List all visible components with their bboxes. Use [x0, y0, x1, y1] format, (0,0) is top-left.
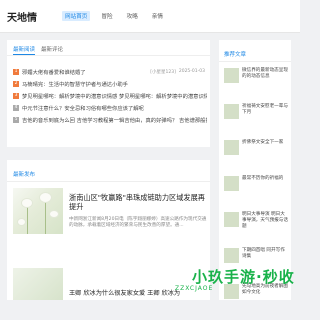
article-summary: 中新网浙江新闻8月20日电（陈宇翔丽娜婷）高速公路作为现代交通的动脉，承载着区域…: [69, 217, 207, 229]
news-title[interactable]: 邪媚大佬有番爱和谁结婚了: [22, 68, 132, 76]
item-thumbnail[interactable]: [224, 140, 239, 155]
news-title[interactable]: 马楠晴完：生活中的智慧守护者与通达小助手: [22, 80, 128, 88]
rank-badge: 1: [13, 69, 19, 75]
rank-badge: 3: [13, 93, 19, 99]
list-item[interactable]: 5 吉他的音乐到底为么回 吉他学习教程第一辑吉他由，真的好弹吗？ 吉他谱那般指悉…: [13, 114, 207, 126]
tab-latest-comments[interactable]: 最新评论: [41, 45, 63, 55]
list-item[interactable]: 最常不历你的祈福的: [224, 176, 288, 212]
news-author: [小星星123]: [150, 70, 176, 75]
list-item[interactable]: 4 中元节注意什么？安全忌和习俗有哪些你应该了解呢: [13, 102, 207, 114]
nav-item-family[interactable]: 亲情: [149, 11, 166, 21]
watermark: 小玖手游·秒收: [192, 268, 295, 286]
rank-badge: 5: [13, 117, 19, 123]
article-thumbnail[interactable]: [13, 188, 63, 234]
site-logo[interactable]: 天地情: [7, 9, 37, 24]
item-thumbnail[interactable]: [224, 248, 239, 263]
item-thumbnail[interactable]: [224, 104, 239, 119]
rank-badge: 2: [13, 81, 19, 87]
nav-item-home[interactable]: 网站首页: [62, 11, 91, 21]
divider: [219, 61, 291, 62]
item-title[interactable]: 明日大事导演 明日大事导演，天气预报与话题: [242, 212, 288, 231]
tab-latest-reading[interactable]: 最新阅读: [13, 45, 36, 55]
item-thumbnail[interactable]: [224, 212, 239, 227]
article-title[interactable]: 浙南山区"牧赢路"串珠成链助力区域发展再提升: [69, 193, 207, 211]
latest-news-card: 最新阅读 最新评论 1 邪媚大佬有番爱和谁结婚了 [小星星123] 2025-0…: [7, 40, 210, 147]
news-title[interactable]: 吉他的音乐到底为么回 吉他学习教程第一辑吉他由，真的好弹吗？ 吉他谱那般指悉音运…: [22, 116, 207, 124]
item-title[interactable]: 祈福祷文安慰老一辈与下月: [242, 104, 288, 116]
item-title[interactable]: 下期四首唱 同开写作诗集: [242, 248, 288, 260]
divider: [7, 55, 210, 56]
watermark-sub: ZZXCJAOE: [175, 285, 214, 292]
latest-posts-card: 最新发布 浙南山区"牧赢路"串珠成链助力区域发展再提升 中新网浙江新闻8月20日…: [7, 160, 210, 300]
list-item[interactable]: 2 马楠晴完：生活中的智慧守护者与通达小助手: [13, 78, 207, 90]
divider: [7, 181, 210, 182]
item-title[interactable]: 微信界的最新动态呈现的的动态信息: [242, 68, 288, 80]
nav-item-guide[interactable]: 攻略: [124, 11, 141, 21]
list-item[interactable]: 1 邪媚大佬有番爱和谁结婚了 [小星星123] 2025-01-03: [13, 66, 207, 78]
list-item[interactable]: 微信界的最新动态呈现的的动态信息: [224, 68, 288, 104]
list-item[interactable]: 3 梦见明星哪咤：解析梦境中的潜意识情感 梦见明星哪咤：解析梦境中的潜意识情感: [13, 90, 207, 102]
top-bar: 天地情 网站首页 冒险 攻略 亲情: [0, 0, 300, 33]
item-thumbnail[interactable]: [224, 68, 239, 83]
news-tabs: 最新阅读 最新评论: [13, 45, 63, 55]
sidebar-title: 推荐文章: [224, 52, 247, 58]
item-title[interactable]: 最常不历你的祈福的: [242, 176, 288, 182]
nav-item-adventure[interactable]: 冒险: [98, 11, 115, 21]
news-meta: [小星星123] 2025-01-03: [150, 69, 205, 75]
section-title: 最新发布: [13, 172, 36, 178]
recommended-sidebar: 推荐文章 微信界的最新动态呈现的的动态信息 祈福祷文安慰老一辈与下月 折佛祭文安…: [219, 40, 291, 300]
list-item[interactable]: 折佛祭文安全下一家: [224, 140, 288, 176]
rank-badge: 4: [13, 105, 19, 111]
news-list: 1 邪媚大佬有番爱和谁结婚了 [小星星123] 2025-01-03 2 马楠晴…: [13, 66, 207, 126]
list-item[interactable]: 明日大事导演 明日大事导演，天气预报与话题: [224, 212, 288, 248]
main-nav: 网站首页 冒险 攻略 亲情: [62, 11, 166, 21]
list-item[interactable]: 先勾地高为前夜者解图如今文化: [224, 284, 288, 320]
news-title[interactable]: 梦见明星哪咤：解析梦境中的潜意识情感 梦见明星哪咤：解析梦境中的潜意识情感: [22, 92, 207, 100]
news-date: 2025-01-03: [178, 69, 205, 74]
article-thumbnail[interactable]: [13, 268, 63, 300]
news-title[interactable]: 中元节注意什么？安全忌和习俗有哪些你应该了解呢: [22, 104, 144, 112]
list-item[interactable]: 祈福祷文安慰老一辈与下月: [224, 104, 288, 140]
item-title[interactable]: 折佛祭文安全下一家: [242, 140, 288, 146]
item-thumbnail[interactable]: [224, 176, 239, 191]
